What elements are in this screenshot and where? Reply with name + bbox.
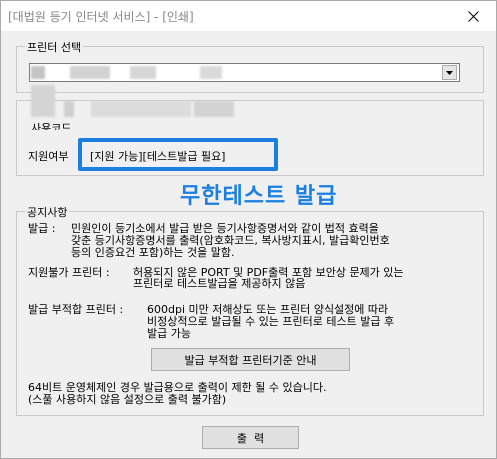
dropdown-arrow[interactable] xyxy=(442,65,457,80)
issue-line-2: 갖춘 등기사항증명서를 출력(암호화코드, 복사방지표시, 발급확인번호 xyxy=(71,234,390,247)
notice-group-label: 공지사항 xyxy=(25,204,70,220)
status-partial-label: 사용코드 xyxy=(31,122,72,130)
support-status-highlight: [지원 가능][테스트발급 필요] xyxy=(78,138,278,171)
issue-label: 발급 : xyxy=(28,222,56,235)
unfit-printer-guide-button[interactable]: 발급 부적합 프린터기준 안내 xyxy=(151,348,350,371)
redacted-printer-name xyxy=(130,66,156,79)
window-title: [대법원 등기 인터넷 서비스] - [인쇄] xyxy=(8,10,194,24)
issue-line-1: 민원인이 등기소에서 발급 받은 등기사항증명서와 같이 법적 효력을 xyxy=(71,222,379,235)
redacted-printer-name xyxy=(200,66,222,79)
guide-button-label: 발급 부적합 프린터기준 안내 xyxy=(184,353,317,367)
unfit-label: 발급 부적합 프린터 : xyxy=(28,303,124,316)
chevron-down-icon xyxy=(446,70,453,75)
close-button[interactable] xyxy=(450,1,496,31)
print-button[interactable]: 출 력 xyxy=(202,426,299,449)
print-button-label: 출 력 xyxy=(236,431,265,445)
unsupported-label: 지원불가 프린터 : xyxy=(28,266,110,279)
redacted-status-block xyxy=(194,101,234,117)
unsupported-line-2: 프린터로 테스트발급을 제공하지 않음 xyxy=(133,277,306,290)
unfit-line-3: 발급 가능 xyxy=(147,327,191,340)
redacted-status-block xyxy=(91,101,191,117)
redacted-status-block xyxy=(31,85,55,117)
redacted-printer-name xyxy=(31,66,45,79)
issue-line-3: 등의 인증요건 포함)하는 것을 말함. xyxy=(71,246,235,259)
overlay-caption: 무한테스트 발급 xyxy=(180,184,338,209)
os-notice-line-2: (스풀 사용하지 않음 설정으로 출력 불가함) xyxy=(28,393,227,406)
redacted-status-block xyxy=(64,101,74,117)
print-dialog: [대법원 등기 인터넷 서비스] - [인쇄] 프린터 선택 사용코드 지원여부… xyxy=(0,0,497,459)
redacted-printer-name xyxy=(70,66,110,79)
os-notice-line-1: 64비트 운영체제인 경우 발급용으로 출력이 제한 될 수 있습니다. xyxy=(28,381,327,394)
close-icon xyxy=(467,10,479,22)
support-status-value: [지원 가능][테스트발급 필요] xyxy=(90,150,226,163)
printer-dropdown[interactable] xyxy=(29,63,460,82)
title-bar: [대법원 등기 인터넷 서비스] - [인쇄] xyxy=(1,1,496,31)
unfit-line-1: 600dpi 미만 저해상도 또는 프린터 양식설정에 따라 xyxy=(147,303,389,316)
printer-group-label: 프린터 선택 xyxy=(25,39,84,55)
support-label: 지원여부 xyxy=(28,150,69,163)
unfit-line-2: 비정상적으로 발급될 수 있는 프린터로 테스트 발급 후 xyxy=(147,315,395,328)
